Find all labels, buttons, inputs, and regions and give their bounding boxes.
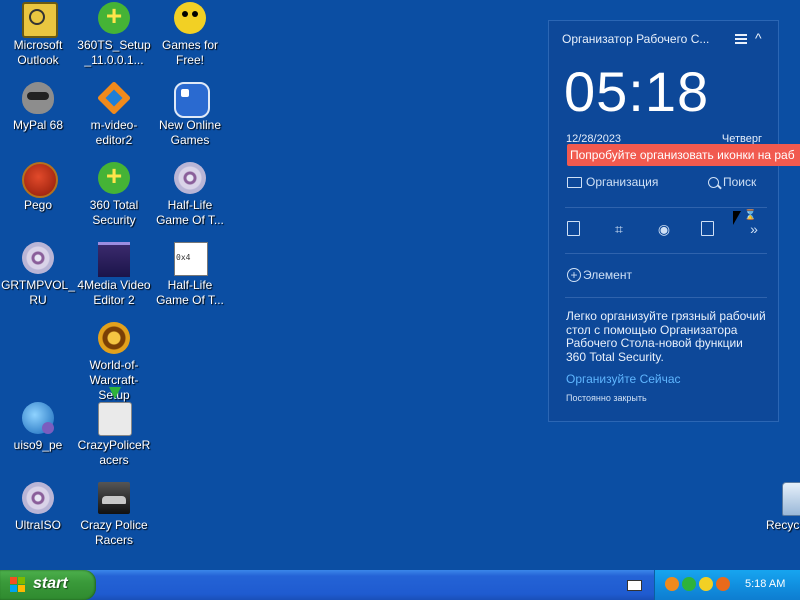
tray-360-security-icon[interactable] [699, 577, 713, 591]
tray-search-icon[interactable] [716, 577, 730, 591]
eye-icon[interactable]: ◉ [656, 221, 672, 237]
tray-video-editor-icon[interactable] [665, 577, 679, 591]
desktop-icon-microsoft-outlook[interactable]: Microsoft Outlook [0, 0, 76, 74]
desktop-icon-ultraiso[interactable]: UltraISO [0, 480, 76, 554]
widget-title: Организатор Рабочего С... [562, 32, 710, 46]
crop-icon[interactable]: ⌗ [611, 221, 627, 237]
desktop: Microsoft Outlook MyPal 68 Pego GRTMPVOL… [0, 0, 800, 570]
car-icon [98, 482, 130, 514]
add-element-button[interactable]: + Элемент [567, 268, 632, 282]
disc-icon [174, 162, 206, 194]
desktop-icon-label: MyPal 68 [12, 118, 64, 132]
desktop-icon-label: 360 Total Security [89, 198, 139, 227]
wow-icon [98, 322, 130, 354]
desktop-icon-wow-setup[interactable]: World-of-Warcraft-Setup [76, 320, 152, 402]
taskbar: start 5:18 AM [0, 570, 800, 600]
keyboard-layout-icon[interactable] [627, 580, 642, 591]
desktop-icon-label: CrazyPoliceRacers [77, 438, 151, 467]
desktop-icon-label: UltraISO [14, 518, 61, 532]
chevron-up-icon[interactable]: ^ [755, 30, 762, 46]
desktop-icon-half-life-2[interactable]: Half-Life Game Of T... [152, 240, 228, 314]
divider [565, 253, 767, 254]
desktop-organizer-widget: Организатор Рабочего С... ^ 05:18 12/28/… [548, 20, 800, 422]
add-icon: + [567, 268, 581, 282]
monitor-icon [567, 177, 582, 189]
desktop-icon-mypal[interactable]: MyPal 68 [0, 80, 76, 154]
desktop-icon-label: New Online Games [158, 118, 222, 147]
desktop-icon-label: Half-Life Game Of T... [156, 278, 224, 307]
desktop-icon-label: 360TS_Setup_11.0.0.1... [77, 38, 151, 67]
search-button[interactable]: Поиск [708, 175, 756, 189]
desktop-icon-pego[interactable]: Pego [0, 160, 76, 234]
windows-flag-icon [10, 577, 26, 593]
add-element-label: Элемент [583, 268, 632, 282]
desktop-icon-label: Half-Life Game Of T... [156, 198, 224, 227]
pego-icon [22, 162, 58, 198]
desktop-icon-m-video-editor[interactable]: m-video-editor2 [76, 80, 152, 154]
search-button-label: Поиск [723, 175, 757, 189]
desktop-icon-360ts-setup[interactable]: 360TS_Setup_11.0.0.1... [76, 0, 152, 74]
clock-time: 05:18 [564, 60, 710, 123]
globe-icon [22, 402, 54, 434]
tray-clock[interactable]: 5:18 AM [745, 578, 785, 590]
desktop-icon-label: Crazy Police Racers [80, 518, 148, 547]
disc-icon [22, 242, 54, 274]
hamburger-menu-icon[interactable] [735, 34, 747, 44]
desktop-icon-label: m-video-editor2 [90, 118, 138, 147]
desktop-icon-label: Games for Free! [161, 38, 218, 67]
busy-cursor-icon [733, 210, 756, 225]
video-editor-icon [97, 81, 131, 115]
desktop-icon-label: GRTMPVOL_RU [1, 278, 75, 307]
desktop-icon-label: 4Media Video Editor 2 [77, 278, 151, 307]
security-360-icon [98, 160, 130, 194]
widget-description: Легко организуйте грязный рабочий стол с… [566, 309, 766, 364]
installer-icon [98, 387, 132, 436]
desktop-icon-games-for-free[interactable]: Games for Free! [152, 0, 228, 74]
organize-now-link[interactable]: Организуйте Сейчас [566, 372, 681, 386]
close-forever-link[interactable]: Постоянно закрыть [566, 393, 647, 403]
desktop-icon-half-life-1[interactable]: Half-Life Game Of T... [152, 160, 228, 234]
disc-icon [22, 482, 54, 514]
note-icon[interactable] [701, 221, 714, 236]
desktop-icon-new-online-games[interactable]: New Online Games [152, 80, 228, 154]
desktop-icon-label: Pego [23, 198, 53, 212]
desktop-icon-crazypoliceracers-setup[interactable]: CrazyPoliceRacers [76, 387, 152, 474]
desktop-icon-label: uiso9_pe [13, 438, 63, 452]
desktop-icon-crazy-police-racers[interactable]: Crazy Police Racers [76, 480, 152, 554]
desktop-icon-label: Microsoft Outlook [13, 38, 63, 67]
gamepad-icon [174, 82, 210, 118]
desktop-icon-uiso9[interactable]: uiso9_pe [0, 400, 76, 474]
desktop-icon-360-total-security[interactable]: 360 Total Security [76, 160, 152, 234]
desktop-icon-grtmpvol[interactable]: GRTMPVOL_RU [0, 240, 76, 314]
organize-tip-banner: Попробуйте организовать иконки на раб [567, 144, 800, 166]
desktop-icon-4media-video-editor[interactable]: 4Media Video Editor 2 [76, 240, 152, 314]
tray-360-icon[interactable] [682, 577, 696, 591]
outlook-icon [22, 2, 58, 38]
clipboard-icon[interactable] [567, 221, 580, 236]
mypal-icon [22, 82, 54, 114]
divider [565, 207, 767, 208]
desktop-icon-recycle-bin[interactable]: Recycle Bin [754, 480, 800, 554]
media-editor-icon [98, 242, 130, 277]
system-tray: 5:18 AM [654, 570, 800, 600]
file-icon [174, 242, 208, 276]
desktop-icon-label: Recycle Bin [766, 518, 800, 532]
organize-button[interactable]: Организация [567, 175, 658, 189]
start-button[interactable]: start [0, 570, 96, 600]
games-for-free-icon [174, 2, 206, 34]
more-chevron-icon[interactable]: » [746, 221, 762, 237]
start-button-label: start [33, 575, 68, 592]
setup-360-icon [98, 0, 130, 34]
search-icon [708, 177, 719, 189]
divider [565, 297, 767, 298]
organize-button-label: Организация [586, 175, 659, 189]
recycle-bin-icon [782, 482, 800, 516]
